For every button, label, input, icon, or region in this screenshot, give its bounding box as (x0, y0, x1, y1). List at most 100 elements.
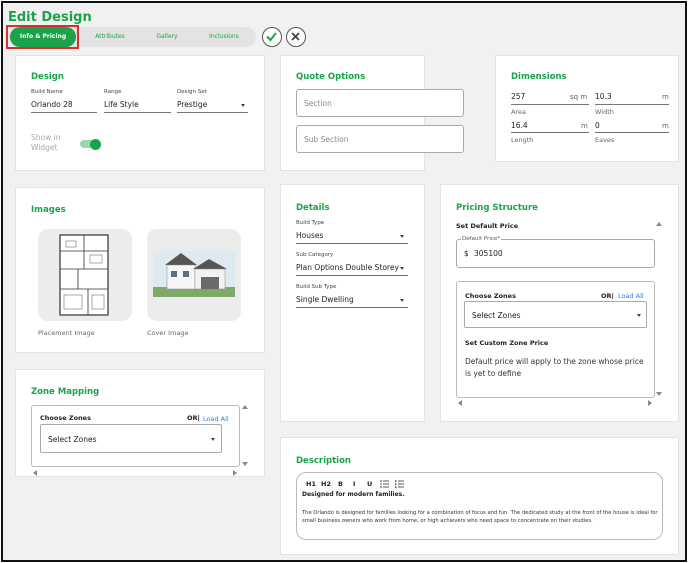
area-label: Area (511, 108, 526, 116)
placement-image[interactable] (38, 229, 132, 321)
pricing-or: OR| (601, 292, 614, 300)
custom-zone-price-label: Set Custom Zone Price (465, 339, 549, 347)
length-unit: m (581, 122, 588, 130)
heading2-button[interactable]: H2 (321, 480, 331, 488)
design-set-underline (177, 112, 248, 113)
sub-category-select[interactable]: Plan Options Double Storey (296, 263, 399, 272)
description-heading: Designed for modern families. (302, 491, 405, 498)
confirm-button[interactable] (262, 27, 282, 47)
chevron-down-icon (637, 314, 641, 317)
pricing-select-zones[interactable]: Select Zones (464, 301, 647, 328)
zone-or: OR| (187, 414, 200, 422)
chevron-down-icon (400, 299, 404, 302)
length-input[interactable]: 16.4 (511, 121, 528, 130)
sub-section-input[interactable]: Sub Section (296, 125, 464, 153)
sub-category-underline (296, 275, 408, 276)
build-name-label: Build Name (31, 89, 63, 95)
build-type-label: Build Type (296, 220, 325, 226)
check-icon (266, 32, 277, 42)
default-price-input[interactable]: $ 305100 (456, 239, 655, 268)
eaves-unit: m (662, 122, 669, 130)
build-sub-type-label: Build Sub Type (296, 284, 337, 290)
range-label: Range (104, 89, 122, 95)
width-input[interactable]: 10.3 (595, 92, 612, 101)
bold-button[interactable]: B (338, 480, 343, 488)
length-underline (511, 132, 589, 133)
pricing-load-all-link[interactable]: Load All (618, 292, 644, 300)
cover-image[interactable] (147, 229, 241, 321)
build-name-underline (31, 112, 97, 113)
placement-image-label: Placement Image (38, 329, 95, 337)
floor-plan-icon (59, 234, 109, 316)
pricing-choose-zones: Choose Zones (465, 292, 516, 300)
chevron-down-icon (211, 438, 215, 441)
default-price-value: 305100 (474, 249, 503, 258)
width-unit: m (662, 93, 669, 101)
zone-select-zones[interactable]: Select Zones (40, 424, 222, 453)
images-title: Images (31, 205, 66, 215)
section-placeholder: Section (304, 99, 332, 108)
range-underline (104, 112, 171, 113)
tab-inclusions[interactable]: Inclusions (196, 27, 252, 47)
build-name-input[interactable]: Orlando 28 (31, 100, 73, 109)
zone-choose-zones: Choose Zones (40, 414, 91, 422)
area-underline (511, 104, 589, 105)
scroll-up-icon[interactable] (656, 222, 662, 226)
zone-select-zones-text: Select Zones (48, 435, 97, 444)
chevron-down-icon (400, 235, 404, 238)
description-body: The Orlando is designed for families loo… (302, 510, 658, 524)
cancel-button[interactable] (286, 27, 306, 47)
cover-image-label: Cover Image (147, 329, 189, 337)
scroll-up-icon[interactable] (242, 405, 248, 409)
details-title: Details (296, 203, 330, 213)
eaves-underline (595, 132, 669, 133)
design-set-select[interactable]: Prestige (177, 100, 207, 109)
build-sub-type-underline (296, 307, 408, 308)
italic-button[interactable]: I (353, 480, 355, 488)
widget-toggle[interactable] (80, 138, 101, 150)
set-default-price-label: Set Default Price (456, 222, 519, 230)
custom-zone-text: Default price will apply to the zone who… (465, 357, 644, 378)
zone-load-all-link[interactable]: Load All (203, 415, 229, 423)
underline-button[interactable]: U (367, 480, 372, 488)
design-title: Design (31, 72, 64, 82)
scroll-left-icon[interactable] (458, 400, 462, 406)
range-input[interactable]: Life Style (104, 100, 139, 109)
chevron-down-icon (241, 104, 245, 107)
design-set-label: Design Set (177, 89, 207, 95)
zone-mapping-title: Zone Mapping (31, 387, 100, 397)
toggle-knob (90, 138, 101, 150)
house-photo-icon (153, 251, 235, 297)
close-icon (291, 32, 300, 41)
tab-attributes[interactable]: Attributes (80, 27, 140, 47)
widget-label: Show in Widget (31, 133, 61, 152)
build-type-select[interactable]: Houses (296, 231, 323, 240)
eaves-input[interactable]: 0 (595, 121, 600, 130)
scroll-right-icon[interactable] (233, 470, 237, 476)
width-label: Width (595, 108, 614, 116)
chevron-down-icon (400, 267, 404, 270)
pricing-select-zones-text: Select Zones (472, 311, 521, 320)
scroll-down-icon[interactable] (242, 462, 248, 466)
scroll-right-icon[interactable] (648, 400, 652, 406)
page-title: Edit Design (8, 10, 92, 25)
active-tab-highlight (6, 25, 79, 49)
dimensions-title: Dimensions (511, 72, 567, 82)
scroll-left-icon[interactable] (33, 470, 37, 476)
scroll-down-icon[interactable] (656, 392, 662, 396)
build-sub-type-select[interactable]: Single Dwelling (296, 295, 354, 304)
length-label: Length (511, 136, 534, 144)
heading1-button[interactable]: H1 (306, 480, 316, 488)
bullet-list-icon[interactable] (380, 480, 389, 490)
tab-gallery[interactable]: Gallery (144, 27, 190, 47)
area-input[interactable]: 257 (511, 92, 525, 101)
area-unit: sq m (570, 93, 588, 101)
description-editor[interactable] (296, 472, 663, 540)
quote-options-title: Quote Options (296, 72, 366, 82)
section-input[interactable]: Section (296, 89, 464, 117)
currency-symbol: $ (464, 249, 469, 258)
default-price-label: Default Price* (461, 236, 502, 242)
width-underline (595, 104, 669, 105)
eaves-label: Eaves (595, 136, 615, 144)
numbered-list-icon[interactable] (395, 480, 404, 490)
